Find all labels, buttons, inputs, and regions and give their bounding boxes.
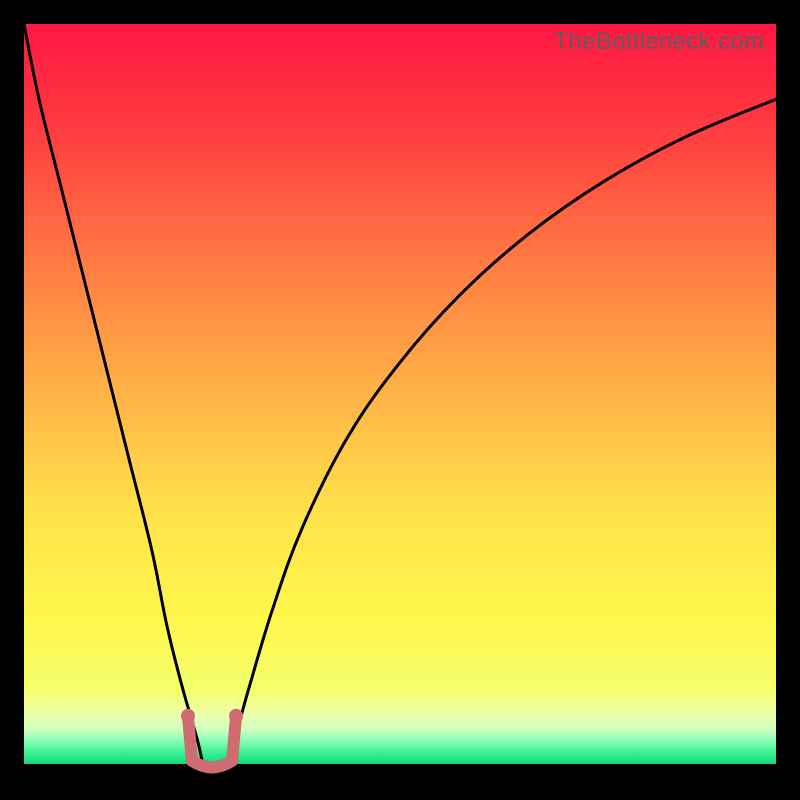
bottleneck-gradient-background	[24, 24, 776, 764]
chart-frame: TheBottleneck.com	[24, 24, 776, 776]
watermark-text: TheBottleneck.com	[553, 28, 764, 56]
